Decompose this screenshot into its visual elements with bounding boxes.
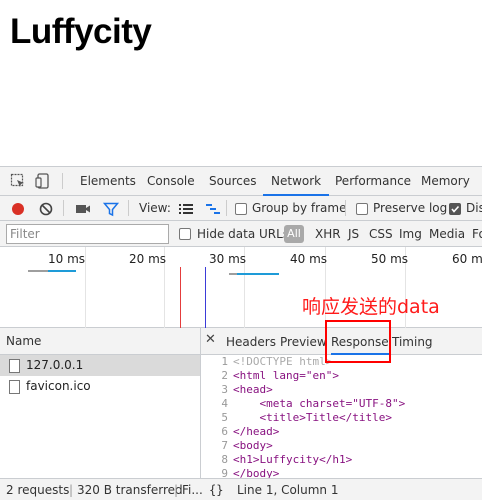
cursor-position: Line 1, Column 1 bbox=[237, 483, 339, 497]
finish-time: Fi... bbox=[182, 483, 203, 497]
status-divider: | bbox=[69, 483, 74, 497]
filter-font-button[interactable]: Fo bbox=[472, 221, 482, 247]
code-line: 7 <body> bbox=[221, 439, 273, 452]
tab-elements[interactable]: Elements bbox=[80, 167, 136, 196]
request-row[interactable]: favicon.ico bbox=[0, 376, 200, 397]
annotation-label: 响应发送的data bbox=[302, 296, 440, 318]
timeline-tick: 60 ms bbox=[452, 252, 482, 266]
view-label: View: bbox=[139, 201, 171, 215]
filter-xhr-button[interactable]: XHR bbox=[315, 221, 341, 247]
close-icon[interactable]: ✕ bbox=[205, 332, 216, 347]
dom-content-loaded-line bbox=[205, 267, 206, 328]
request-row[interactable]: 127.0.0.1 bbox=[0, 355, 200, 376]
tab-memory[interactable]: Memory bbox=[421, 167, 470, 196]
tab-performance[interactable]: Performance bbox=[335, 167, 411, 196]
timeline-tick: 30 ms bbox=[209, 252, 247, 266]
document-icon bbox=[9, 380, 20, 394]
filter-img-button[interactable]: Img bbox=[399, 221, 422, 247]
tab-preview[interactable]: Preview bbox=[280, 328, 327, 355]
status-bar: 2 requests | 320 B transferred | Fi... {… bbox=[0, 478, 482, 500]
code-line: 6 </head> bbox=[221, 425, 280, 438]
clear-icon[interactable] bbox=[38, 201, 54, 217]
code-text: <body> bbox=[233, 439, 273, 452]
code-line: 5 <title>Title</title> bbox=[221, 411, 392, 424]
name-column-header[interactable]: Name bbox=[0, 328, 200, 355]
filter-all-button[interactable]: All bbox=[284, 225, 304, 243]
code-text: <head> bbox=[233, 383, 273, 396]
code-text: <html lang="en"> bbox=[233, 369, 339, 382]
code-line: 3 <head> bbox=[221, 383, 273, 396]
filter-bar: Hide data URLs All XHR JS CSS Img Media … bbox=[0, 221, 482, 247]
request-bar-download bbox=[237, 273, 279, 275]
response-body[interactable]: 1 <!DOCTYPE html> 2 <html lang="en"> 3 <hea… bbox=[201, 355, 482, 481]
timeline-gridline bbox=[85, 247, 86, 328]
waterfall-icon[interactable] bbox=[205, 201, 221, 217]
pretty-print-icon[interactable]: {} bbox=[209, 479, 223, 500]
status-divider: | bbox=[174, 483, 179, 497]
document-icon bbox=[9, 359, 20, 373]
device-toolbar-icon[interactable] bbox=[35, 173, 51, 189]
inspect-element-icon[interactable] bbox=[10, 173, 26, 189]
page-title: Luffycity bbox=[10, 12, 152, 51]
filter-css-button[interactable]: CSS bbox=[369, 221, 393, 247]
hide-data-urls-checkbox[interactable] bbox=[179, 228, 191, 240]
tab-sources[interactable]: Sources bbox=[209, 167, 256, 196]
hide-data-urls-label: Hide data URLs bbox=[197, 227, 290, 241]
code-line: 4 <meta charset="UTF-8"> bbox=[221, 397, 406, 410]
tab-network[interactable]: Network bbox=[263, 167, 330, 196]
toolbar-divider bbox=[226, 200, 227, 216]
tab-console[interactable]: Console bbox=[147, 167, 195, 196]
code-text: <meta charset="UTF-8"> bbox=[233, 397, 406, 410]
network-toolbar: View: Group by frame Preserve log Dis bbox=[0, 196, 482, 221]
request-name: 127.0.0.1 bbox=[26, 358, 84, 372]
record-icon[interactable] bbox=[10, 201, 26, 217]
devtools-tabbar: Elements Console Sources Network Perform… bbox=[0, 167, 482, 196]
disable-cache-checkbox[interactable] bbox=[449, 203, 461, 215]
request-bar-waiting bbox=[229, 273, 237, 275]
code-text: <title>Title</title> bbox=[233, 411, 392, 424]
code-text: </head> bbox=[233, 425, 280, 438]
code-text: <h1>Luffycity</h1> bbox=[233, 453, 353, 466]
request-count: 2 requests bbox=[6, 483, 70, 497]
request-name: favicon.ico bbox=[26, 379, 91, 393]
tab-headers[interactable]: Headers bbox=[226, 328, 276, 355]
group-by-frame-label: Group by frame bbox=[252, 201, 347, 215]
filter-input[interactable] bbox=[6, 224, 169, 244]
large-rows-icon[interactable] bbox=[178, 201, 194, 217]
toolbar-divider bbox=[345, 200, 346, 216]
code-text: <!DOCTYPE html> bbox=[233, 355, 333, 368]
code-line: 8 <h1>Luffycity</h1> bbox=[221, 453, 353, 466]
capture-screenshots-icon[interactable] bbox=[75, 201, 91, 217]
timeline-tick: 20 ms bbox=[129, 252, 167, 266]
toolbar-divider bbox=[62, 173, 63, 189]
disable-cache-label: Dis bbox=[466, 201, 482, 215]
devtools-panel: Elements Console Sources Network Perform… bbox=[0, 166, 482, 500]
toolbar-divider bbox=[128, 200, 129, 216]
timeline-tick: 10 ms bbox=[48, 252, 86, 266]
transferred-size: 320 B transferred bbox=[77, 483, 183, 497]
preserve-log-label: Preserve log bbox=[373, 201, 448, 215]
annotation-highlight-box bbox=[325, 320, 391, 363]
filter-js-button[interactable]: JS bbox=[348, 221, 359, 247]
request-list: Name 127.0.0.1 favicon.ico bbox=[0, 328, 201, 500]
toolbar-divider bbox=[63, 200, 64, 216]
request-bar-download bbox=[48, 270, 76, 272]
filter-icon[interactable] bbox=[102, 201, 120, 217]
filter-media-button[interactable]: Media bbox=[429, 221, 465, 247]
timeline-tick: 40 ms bbox=[290, 252, 328, 266]
preserve-log-checkbox[interactable] bbox=[356, 203, 368, 215]
load-event-line bbox=[180, 267, 181, 328]
tab-timing[interactable]: Timing bbox=[392, 328, 433, 355]
group-by-frame-checkbox[interactable] bbox=[235, 203, 247, 215]
timeline-tick: 50 ms bbox=[371, 252, 409, 266]
code-line: 2 <html lang="en"> bbox=[221, 369, 339, 382]
request-bar-waiting bbox=[28, 270, 48, 272]
